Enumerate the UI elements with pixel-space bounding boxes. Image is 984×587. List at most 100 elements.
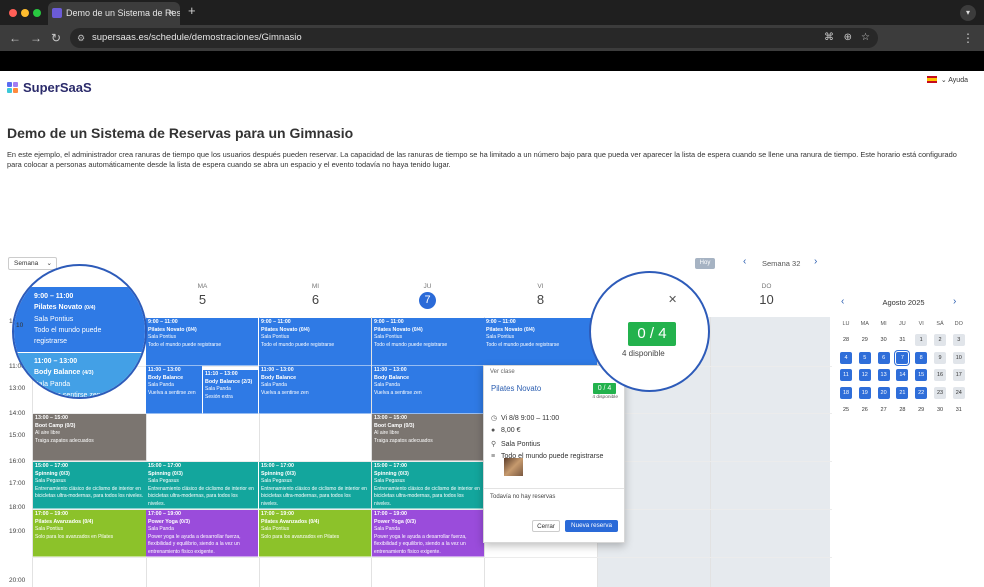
event-pilates-novato[interactable]: 9:00 – 11:00 Pilates Novato (0/4) Sala P… — [259, 318, 371, 366]
hour-label: 19:00 — [9, 528, 26, 535]
zoom-window-button[interactable] — [33, 9, 41, 17]
next-month-chevron-icon[interactable]: › — [953, 296, 956, 307]
day-header-ju[interactable]: JU 7 — [371, 283, 484, 309]
event-room: Sala Pegasus — [261, 478, 292, 484]
url-input[interactable]: ⚙ supersaas.es/schedule/demostraciones/G… — [70, 28, 878, 48]
day-header-do[interactable]: DO 10 — [710, 283, 823, 307]
view-select[interactable]: Semana ⌄ — [8, 257, 57, 270]
mini-calendar-day[interactable]: 29 — [859, 334, 871, 346]
hour-label: 14:00 — [9, 410, 26, 417]
event-boot-camp[interactable]: 13:00 – 15:00 Boot Camp (0/3) Al aire li… — [33, 414, 146, 461]
mini-calendar-day[interactable]: 12 — [858, 369, 871, 381]
new-reservation-button[interactable]: Nueva reserva — [565, 520, 618, 532]
event-name: Spinning — [148, 470, 171, 477]
mini-calendar-day[interactable]: 6 — [877, 351, 890, 364]
new-tab-button[interactable]: + — [188, 3, 196, 18]
mini-calendar-day[interactable]: 25 — [840, 404, 852, 416]
mini-calendar-day[interactable]: 28 — [840, 334, 852, 346]
event-name: Body Balance — [261, 374, 297, 381]
mini-calendar-day[interactable]: 14 — [896, 369, 909, 381]
next-week-chevron-icon[interactable]: › — [814, 256, 817, 267]
mini-calendar-day[interactable]: 19 — [858, 386, 871, 399]
language-selector[interactable]: ⌄ Ayuda — [926, 76, 968, 84]
zoom-icon[interactable]: ⊕ — [844, 28, 852, 48]
mini-calendar-day[interactable]: 15 — [915, 369, 928, 381]
event-name: Spinning — [261, 470, 284, 477]
event-spinning[interactable]: 15:00 – 17:00 Spinning (0/3) Sala Pegasu… — [146, 462, 258, 509]
reload-icon[interactable]: ↻ — [51, 31, 61, 45]
mini-calendar-day[interactable]: 7 — [896, 351, 909, 364]
tab-close-icon[interactable]: × — [168, 2, 174, 25]
today-button[interactable]: Hoy — [695, 258, 715, 269]
day-header-vi[interactable]: VI 8 — [484, 283, 597, 307]
help-link[interactable]: Ayuda — [948, 77, 968, 84]
mini-calendar-day[interactable]: 17 — [952, 369, 965, 381]
tab-search-chevron-down-icon[interactable]: ▾ — [960, 5, 976, 21]
event-pilates-novato-selected[interactable]: 9:00 – 11:00 Pilates Novato (0/4) Sala P… — [484, 318, 597, 366]
mini-calendar-day[interactable]: 30 — [878, 334, 890, 346]
mini-calendar-day[interactable]: 24 — [952, 386, 965, 399]
event-spinning[interactable]: 15:00 – 17:00 Spinning (0/3) Sala Pegasu… — [33, 462, 146, 509]
event-room: Sala Pontius — [261, 526, 290, 532]
event-pilates-novato[interactable]: 9:00 – 11:00 Pilates Novato (0/4) Sala P… — [372, 318, 484, 366]
weekday-label: MA — [860, 321, 869, 327]
event-boot-camp[interactable]: 13:00 – 15:00 Boot Camp (0/3) Al aire li… — [372, 414, 484, 461]
browser-menu-icon[interactable]: ⋮ — [962, 31, 974, 45]
mini-calendar-day[interactable]: 1 — [915, 334, 928, 346]
event-body-balance[interactable]: 11:00 – 13:00 Body Balance Sala Panda Vu… — [259, 366, 371, 414]
supersaas-logo[interactable]: SuperSaaS — [7, 80, 92, 95]
mini-calendar-day[interactable]: 21 — [896, 386, 909, 399]
site-settings-icon[interactable]: ⚙ — [77, 28, 85, 48]
mini-calendar-day[interactable]: 2 — [934, 334, 946, 346]
mini-calendar-day[interactable]: 4 — [840, 351, 852, 364]
event-body-balance[interactable]: 11:00 – 13:00 Body Balance Sala Panda Vu… — [146, 366, 202, 414]
minimize-window-button[interactable] — [21, 9, 29, 17]
mini-calendar-day[interactable]: 20 — [877, 386, 890, 399]
event-spinning[interactable]: 15:00 – 17:00 Spinning (0/3) Sala Pegasu… — [372, 462, 484, 509]
mini-calendar-day[interactable]: 26 — [859, 404, 871, 416]
mini-calendar-day[interactable]: 11 — [840, 369, 852, 381]
event-spinning[interactable]: 15:00 – 17:00 Spinning (0/3) Sala Pegasu… — [259, 462, 371, 509]
mini-calendar-day[interactable]: 16 — [934, 369, 946, 381]
event-body-balance-extra[interactable]: 11:10 – 13:00 Body Balance (2/3) Sala Pa… — [202, 370, 258, 414]
close-icon[interactable]: ✕ — [668, 293, 677, 306]
mini-calendar-day[interactable]: 29 — [915, 404, 927, 416]
back-arrow-icon[interactable]: ← — [9, 31, 21, 45]
price-tag-icon: ● — [491, 427, 496, 434]
close-window-button[interactable] — [9, 9, 17, 17]
event-room: Sala Panda — [148, 382, 174, 388]
mini-calendar-day[interactable]: 31 — [953, 404, 965, 416]
close-button[interactable]: Cerrar — [532, 520, 560, 532]
event-pilates-novato[interactable]: 9:00 – 11:00 Pilates Novato (0/4) Sala P… — [146, 318, 258, 366]
mini-calendar-day[interactable]: 28 — [896, 404, 908, 416]
day-header-ma[interactable]: MA 5 — [146, 283, 259, 307]
mini-calendar-day[interactable]: 3 — [952, 334, 965, 346]
day-number: 6 — [311, 292, 320, 307]
mini-calendar-day[interactable]: 10 — [952, 351, 965, 364]
event-power-yoga[interactable]: 17:00 – 19:00 Power Yoga (0/3) Sala Pand… — [146, 510, 258, 557]
browser-tab[interactable]: Demo de un Sistema de Reservas × — [48, 2, 180, 25]
magnified-event-pilates[interactable]: 9:00 – 11:00 Pilates Novato (0/4) Sala P… — [14, 287, 145, 352]
mini-calendar-day[interactable]: 27 — [878, 404, 890, 416]
translate-icon[interactable]: ⌘ — [824, 28, 834, 48]
day-header-mi[interactable]: MI 6 — [259, 283, 372, 307]
mini-calendar-day[interactable]: 30 — [934, 404, 946, 416]
mini-calendar-day[interactable]: 18 — [840, 386, 852, 399]
event-pilates-avanzados[interactable]: 17:00 – 19:00 Pilates Avanzados (0/4) Sa… — [33, 510, 146, 557]
bookmark-star-icon[interactable]: ☆ — [861, 28, 870, 48]
mini-calendar-day[interactable]: 13 — [877, 369, 890, 381]
prev-week-chevron-icon[interactable]: ‹ — [743, 256, 746, 267]
magnified-event-body[interactable]: 11:00 – 13:00 Body Balance (4/3) Sala Pa… — [14, 353, 145, 397]
popover-room-text: Sala Pontius — [501, 441, 541, 448]
event-power-yoga[interactable]: 17:00 – 19:00 Power Yoga (0/3) Sala Pand… — [372, 510, 484, 557]
event-time: 17:00 – 19:00 — [261, 511, 294, 517]
event-pilates-avanzados[interactable]: 17:00 – 19:00 Pilates Avanzados (0/4) Sa… — [259, 510, 371, 557]
event-body-balance[interactable]: 11:00 – 13:00 Body Balance Sala Panda Vu… — [372, 366, 484, 414]
mini-calendar-day[interactable]: 22 — [915, 386, 928, 399]
mini-calendar-day[interactable]: 9 — [934, 351, 946, 364]
mini-calendar-day[interactable]: 31 — [896, 334, 908, 346]
forward-arrow-icon[interactable]: → — [30, 31, 42, 45]
mini-calendar-day[interactable]: 23 — [934, 386, 946, 399]
mini-calendar-day[interactable]: 5 — [858, 351, 871, 364]
mini-calendar-day[interactable]: 8 — [915, 351, 928, 364]
